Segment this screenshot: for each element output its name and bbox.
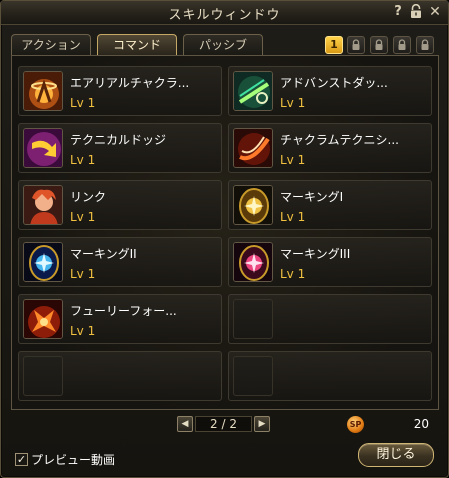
prev-page-button[interactable]: ◀ [177, 416, 193, 432]
empty-skill-slot [18, 351, 222, 401]
empty-icon-frame [233, 299, 273, 339]
skill-name: チャクラムテクニシ... [280, 133, 399, 147]
skill-name: マーキングIII [280, 247, 351, 261]
tab-action[interactable]: アクション [11, 34, 91, 55]
skill-slot[interactable]: マーキングIII Lv 1 [228, 237, 432, 287]
skill-window: スキルウィンドウ ? ✕ アクション コマンド パッシブ 1 エアリアルチャクラ… [0, 0, 449, 478]
skill-slot[interactable]: フューリーフォー... Lv 1 [18, 294, 222, 344]
lock-icon[interactable] [408, 3, 424, 20]
sp-icon: SP [347, 416, 364, 433]
marking-3-icon [233, 242, 273, 282]
preview-video-toggle[interactable]: ✓ プレビュー動画 [15, 451, 115, 467]
skill-name: リンク [70, 190, 107, 204]
skill-level: Lv 1 [70, 210, 96, 224]
skill-level: Lv 1 [70, 267, 96, 281]
page-button-locked[interactable] [416, 36, 434, 54]
link-icon [23, 185, 63, 225]
next-page-button[interactable]: ▶ [254, 416, 270, 432]
title-bar[interactable]: スキルウィンドウ ? ✕ [1, 1, 448, 25]
empty-icon-frame [23, 356, 63, 396]
empty-skill-slot [228, 294, 432, 344]
skill-level: Lv 1 [280, 153, 306, 167]
padlock-icon [421, 39, 429, 50]
advanced-dash-icon [233, 71, 273, 111]
padlock-icon [375, 39, 383, 50]
padlock-icon [398, 39, 406, 50]
aerial-chakram-icon [23, 71, 63, 111]
empty-skill-slot [228, 351, 432, 401]
skill-name: テクニカルドッジ [70, 133, 167, 147]
tab-command[interactable]: コマンド [97, 34, 177, 55]
skill-name: マーキングI [280, 190, 344, 204]
skill-slot[interactable]: アドバンストダッ... Lv 1 [228, 66, 432, 116]
window-title: スキルウィンドウ [168, 8, 281, 23]
skill-name: フューリーフォー... [70, 304, 177, 318]
skill-level: Lv 1 [280, 210, 306, 224]
marking-2-icon [23, 242, 63, 282]
fury-force-icon [23, 299, 63, 339]
page-button-locked[interactable] [393, 36, 411, 54]
skill-name: マーキングII [70, 247, 137, 261]
sp-value: 20 [413, 417, 429, 431]
skill-slot[interactable]: リンク Lv 1 [18, 180, 222, 230]
skill-level: Lv 1 [280, 267, 306, 281]
close-button[interactable]: 閉じる [358, 443, 434, 467]
skill-level: Lv 1 [70, 324, 96, 338]
page-button-locked[interactable] [370, 36, 388, 54]
skill-level: Lv 1 [70, 96, 96, 110]
preview-label: プレビュー動画 [31, 452, 116, 467]
page-button-locked[interactable] [347, 36, 365, 54]
tab-passive[interactable]: パッシブ [183, 34, 263, 55]
empty-icon-frame [233, 356, 273, 396]
skill-list-panel: エアリアルチャクラ... Lv 1 アドバンストダッ... Lv 1 テクニカル… [11, 55, 439, 410]
page-button-1[interactable]: 1 [325, 36, 343, 54]
skill-slot[interactable]: テクニカルドッジ Lv 1 [18, 123, 222, 173]
help-icon[interactable]: ? [390, 4, 406, 20]
close-icon[interactable]: ✕ [427, 4, 443, 20]
padlock-icon [352, 39, 360, 50]
skill-slot[interactable]: チャクラムテクニシ... Lv 1 [228, 123, 432, 173]
skill-slot[interactable]: エアリアルチャクラ... Lv 1 [18, 66, 222, 116]
technical-dodge-icon [23, 128, 63, 168]
skill-name: エアリアルチャクラ... [70, 76, 190, 90]
skill-level: Lv 1 [280, 96, 306, 110]
preview-checkbox[interactable]: ✓ [15, 452, 28, 466]
page-indicator: 2 / 2 [195, 416, 252, 432]
marking-1-icon [233, 185, 273, 225]
skill-name: アドバンストダッ... [280, 76, 388, 90]
skill-slot[interactable]: マーキングI Lv 1 [228, 180, 432, 230]
skill-slot[interactable]: マーキングII Lv 1 [18, 237, 222, 287]
chakram-technique-icon [233, 128, 273, 168]
skill-level: Lv 1 [70, 153, 96, 167]
